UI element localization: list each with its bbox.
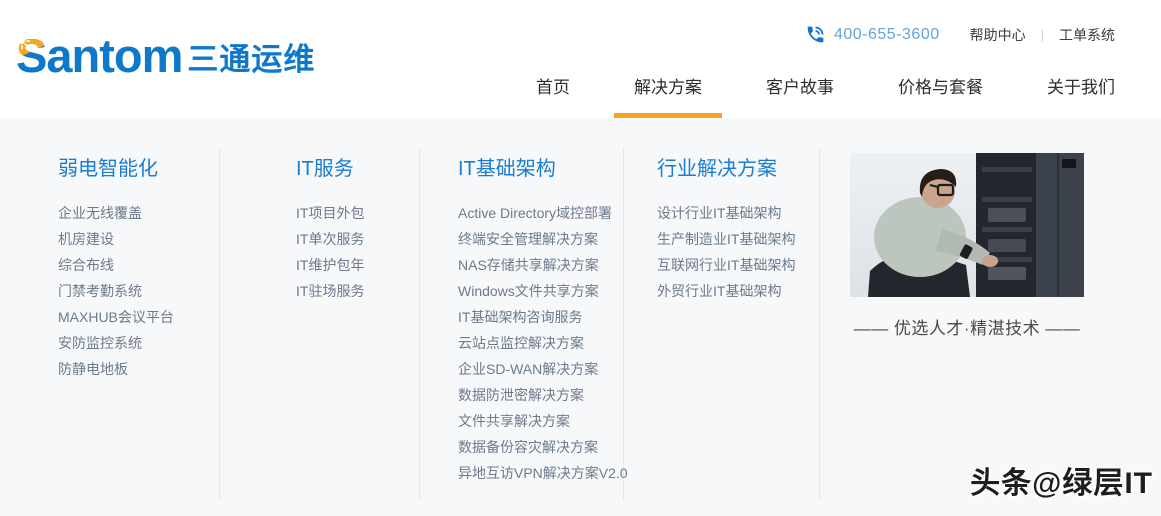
topbar: 400-655-3600 帮助中心 | 工单系统	[805, 24, 1115, 45]
site-header: SS antom 三通运维 400-655-3600 帮助中心 |	[0, 0, 1161, 118]
brand-logo[interactable]: SS antom 三通运维	[16, 32, 315, 80]
menu-column-items: 设计行业IT基础架构生产制造业IT基础架构互联网行业IT基础架构外贸行业IT基础…	[657, 200, 795, 304]
menu-column-items: Active Directory域控部署终端安全管理解决方案NAS存储共享解决方…	[458, 200, 628, 486]
nav-item-about[interactable]: 关于我们	[1047, 76, 1115, 118]
menu-column-industry-solutions: 行业解决方案 设计行业IT基础架构生产制造业IT基础架构互联网行业IT基础架构外…	[657, 155, 795, 304]
menu-item[interactable]: 生产制造业IT基础架构	[657, 226, 795, 252]
menu-item[interactable]: MAXHUB会议平台	[58, 304, 174, 330]
page: SS antom 三通运维 400-655-3600 帮助中心 |	[0, 0, 1161, 516]
menu-item[interactable]: 综合布线	[58, 252, 174, 278]
menu-item[interactable]: 数据防泄密解决方案	[458, 382, 628, 408]
menu-item[interactable]: 企业SD-WAN解决方案	[458, 356, 628, 382]
column-divider	[219, 148, 220, 500]
mega-menu-panel: 弱电智能化 企业无线覆盖机房建设综合布线门禁考勤系统MAXHUB会议平台安防监控…	[0, 118, 1161, 516]
menu-item[interactable]: 终端安全管理解决方案	[458, 226, 628, 252]
nav-item-pricing[interactable]: 价格与套餐	[898, 76, 983, 118]
main-nav: 首页 解决方案 客户故事 价格与套餐 关于我们	[536, 76, 1115, 118]
menu-column-title[interactable]: 弱电智能化	[58, 155, 174, 183]
brand-logo-cjk: 三通运维	[187, 43, 315, 77]
menu-item[interactable]: 文件共享解决方案	[458, 408, 628, 434]
menu-column-items: 企业无线覆盖机房建设综合布线门禁考勤系统MAXHUB会议平台安防监控系统防静电地…	[58, 200, 174, 382]
menu-column-title[interactable]: 行业解决方案	[657, 155, 795, 183]
brand-logo-rest: antom	[46, 29, 182, 82]
menu-item[interactable]: 安防监控系统	[58, 330, 174, 356]
menu-item[interactable]: IT基础架构咨询服务	[458, 304, 628, 330]
menu-column-title[interactable]: IT基础架构	[458, 155, 628, 183]
menu-item[interactable]: 异地互访VPN解决方案V2.0	[458, 460, 628, 486]
nav-item-solutions[interactable]: 解决方案	[634, 76, 702, 118]
menu-item[interactable]: 机房建设	[58, 226, 174, 252]
ticket-system-link[interactable]: 工单系统	[1059, 25, 1115, 45]
engineer-server-rack-photo	[850, 153, 1084, 297]
menu-item[interactable]: IT单次服务	[296, 226, 364, 252]
menu-item[interactable]: 门禁考勤系统	[58, 278, 174, 304]
menu-item[interactable]: Windows文件共享方案	[458, 278, 628, 304]
brand-logo-s: SS	[16, 32, 46, 80]
promo-caption: —— 优选人才·精湛技术 ——	[850, 314, 1084, 339]
menu-item[interactable]: 外贸行业IT基础架构	[657, 278, 795, 304]
menu-column-it-infrastructure: IT基础架构 Active Directory域控部署终端安全管理解决方案NAS…	[458, 155, 628, 486]
menu-item[interactable]: 设计行业IT基础架构	[657, 200, 795, 226]
menu-item[interactable]: Active Directory域控部署	[458, 200, 628, 226]
brand-logo-latin: SS antom	[16, 32, 182, 80]
sun-icon	[13, 32, 31, 50]
menu-item[interactable]: 数据备份容灾解决方案	[458, 434, 628, 460]
help-center-link[interactable]: 帮助中心	[970, 25, 1026, 45]
nav-item-customer-stories[interactable]: 客户故事	[766, 76, 834, 118]
menu-column-low-voltage: 弱电智能化 企业无线覆盖机房建设综合布线门禁考勤系统MAXHUB会议平台安防监控…	[58, 155, 174, 382]
nav-item-home[interactable]: 首页	[536, 76, 570, 118]
phone-number[interactable]: 400-655-3600	[834, 26, 940, 44]
menu-item[interactable]: 企业无线覆盖	[58, 200, 174, 226]
topbar-divider: |	[1041, 27, 1044, 42]
menu-column-it-services: IT服务 IT项目外包IT单次服务IT维护包年IT驻场服务	[296, 155, 364, 304]
menu-item[interactable]: 防静电地板	[58, 356, 174, 382]
column-divider	[419, 148, 420, 500]
menu-item[interactable]: IT驻场服务	[296, 278, 364, 304]
phone-icon	[805, 24, 826, 45]
menu-item[interactable]: NAS存储共享解决方案	[458, 252, 628, 278]
menu-item[interactable]: 云站点监控解决方案	[458, 330, 628, 356]
menu-item[interactable]: IT维护包年	[296, 252, 364, 278]
promo-block: —— 优选人才·精湛技术 ——	[850, 153, 1084, 297]
toutiao-watermark: 头条@绿层IT	[970, 458, 1153, 502]
column-divider	[819, 148, 820, 500]
menu-column-title[interactable]: IT服务	[296, 155, 364, 183]
menu-column-items: IT项目外包IT单次服务IT维护包年IT驻场服务	[296, 200, 364, 304]
menu-item[interactable]: IT项目外包	[296, 200, 364, 226]
menu-item[interactable]: 互联网行业IT基础架构	[657, 252, 795, 278]
